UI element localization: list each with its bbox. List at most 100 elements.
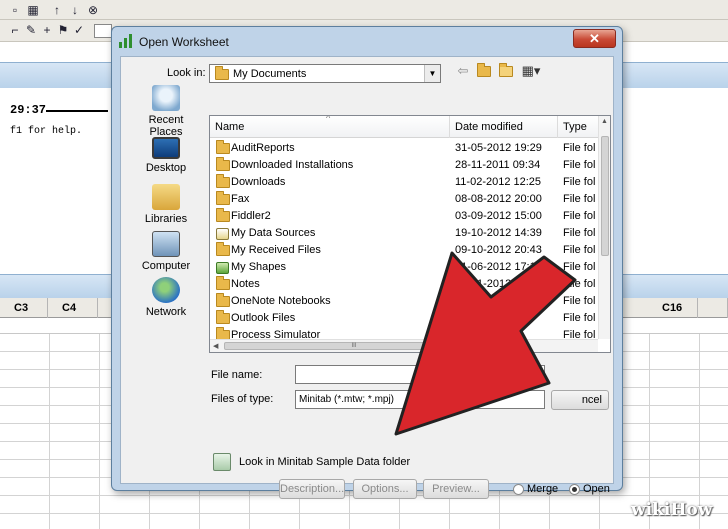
files-of-type-label: Files of type:	[211, 393, 274, 405]
file-type: File fol	[563, 295, 596, 307]
column-type[interactable]: Type	[558, 116, 602, 138]
place-desktop[interactable]: Desktop	[131, 137, 201, 174]
vertical-scrollbar[interactable]: ▲	[598, 116, 610, 339]
preview-button[interactable]: Preview...	[423, 479, 489, 499]
files-of-type-dropdown[interactable]: Minitab (*.mtw; *.mpj)	[295, 390, 545, 409]
file-name: Fiddler2	[231, 210, 271, 222]
folder-icon	[216, 174, 230, 188]
options-button[interactable]: Options...	[353, 479, 417, 499]
computer-icon	[152, 231, 180, 257]
toolbar-field[interactable]	[94, 24, 112, 38]
folder-icon	[216, 276, 230, 290]
list-item[interactable]: My Received Files 09-10-2012 20:43 File fo…	[210, 242, 598, 259]
vertical-scroll-thumb[interactable]	[601, 136, 609, 256]
file-name-label: File name:	[211, 369, 263, 381]
list-item[interactable]: Fiddler2 03-09-2012 15:00 File fol	[210, 208, 598, 225]
menu-toolbar: ▫ ▦ ↑ ↓ ⊗	[0, 0, 728, 20]
folder-icon	[216, 208, 230, 222]
desktop-icon	[152, 137, 180, 159]
list-item[interactable]: Downloads 11-02-2012 12:25 File fol	[210, 174, 598, 191]
sample-data-label[interactable]: Look in Minitab Sample Data folder	[239, 456, 410, 468]
folder-icon	[216, 293, 230, 307]
cancel-button[interactable]: ncel	[551, 390, 609, 410]
place-label: Network	[145, 306, 187, 318]
place-recent-places[interactable]: Recent Places	[131, 85, 201, 138]
file-date: 08-08-2012 20:00	[455, 193, 542, 205]
horizontal-scrollbar[interactable]: ◀ III	[210, 339, 598, 352]
shapes-folder-icon	[216, 262, 229, 274]
column-header-c4[interactable]: C4	[48, 298, 98, 318]
horizontal-scroll-thumb[interactable]: III	[224, 342, 484, 350]
list-item[interactable]: Notes 05-01-2012 20:16 File fol	[210, 276, 598, 293]
merge-radio[interactable]	[513, 484, 524, 495]
check-icon[interactable]: ✓	[72, 23, 86, 37]
down-arrow-icon[interactable]: ↓	[68, 3, 82, 17]
file-type: File fol	[563, 244, 596, 256]
sample-data-folder-icon[interactable]	[213, 453, 231, 471]
folder-icon	[216, 310, 230, 324]
look-in-value: My Documents	[233, 68, 307, 80]
file-type: File fol	[563, 278, 596, 290]
list-item[interactable]: Outlook Files 17-12-2012 File fol	[210, 310, 598, 327]
list-item[interactable]: My Shapes 21-06-2012 17:19 File fol	[210, 259, 598, 276]
file-name: Fax	[231, 193, 250, 205]
file-name: My Data Sources	[231, 227, 316, 239]
dialog-titlebar[interactable]: Open Worksheet ✕	[112, 27, 622, 54]
file-date: 11-02-2012 12:25	[455, 176, 542, 188]
file-date: 17-12-2012	[455, 312, 512, 324]
wikihow-watermark: wikiHow	[631, 500, 713, 520]
file-list[interactable]: Name ^ Date modified Type AuditReports 31…	[209, 115, 611, 353]
file-name: AuditReports	[231, 142, 295, 154]
folder-icon	[216, 157, 230, 171]
column-date-modified[interactable]: Date modified	[450, 116, 558, 138]
list-item[interactable]: Fax 08-08-2012 20:00 File fol	[210, 191, 598, 208]
scroll-up-icon[interactable]: ▲	[601, 118, 608, 125]
up-arrow-icon[interactable]: ↑	[50, 3, 64, 17]
file-type: File fol	[563, 159, 596, 171]
look-in-dropdown[interactable]: My Documents ▼	[209, 64, 441, 83]
place-network[interactable]: Network	[131, 277, 201, 318]
brush-icon[interactable]: ⌐	[8, 23, 22, 37]
new-folder-icon[interactable]	[497, 63, 515, 79]
data-sources-icon	[216, 228, 229, 240]
list-item[interactable]: Downloaded Installations 28-11-2011 09:34…	[210, 157, 598, 174]
column-header-c16[interactable]: C16	[648, 298, 698, 318]
list-item[interactable]: OneNote Notebooks 22-02-2012 11:2 File fol	[210, 293, 598, 310]
chevron-down-icon[interactable]: ▼	[424, 65, 440, 82]
column-header[interactable]	[698, 298, 728, 318]
file-date: 31-05-2012 19:29	[455, 142, 542, 154]
column-header-c3[interactable]: C3	[0, 298, 48, 318]
back-arrow-icon[interactable]: ⇦	[455, 63, 471, 79]
place-computer[interactable]: Computer	[131, 231, 201, 272]
minitab-app-icon	[119, 34, 133, 48]
file-list-header: Name ^ Date modified Type	[210, 116, 610, 138]
up-folder-icon[interactable]	[475, 63, 493, 79]
file-name-input[interactable]	[295, 365, 545, 384]
file-type: File fol	[563, 227, 596, 239]
view-menu-icon[interactable]: ▦▾	[519, 63, 543, 79]
file-name: My Received Files	[231, 244, 321, 256]
sort-ascending-icon: ^	[326, 115, 331, 123]
plus-icon[interactable]: +	[40, 23, 54, 37]
file-type: File fol	[563, 142, 596, 154]
list-item[interactable]: AuditReports 31-05-2012 19:29 File fol	[210, 140, 598, 157]
open-radio[interactable]	[569, 484, 580, 495]
description-button[interactable]: Description...	[279, 479, 345, 499]
file-name: Downloads	[231, 176, 286, 188]
binoculars-icon[interactable]: ⊗	[86, 3, 100, 17]
toolbar-icon[interactable]: ▦	[26, 3, 40, 17]
scroll-left-icon[interactable]: ◀	[213, 342, 218, 350]
file-name: OneNote Notebooks	[231, 295, 331, 307]
file-type: File fol	[563, 193, 596, 205]
flag-icon[interactable]: ⚑	[56, 23, 70, 37]
file-type: File fol	[563, 176, 596, 188]
close-icon: ✕	[589, 31, 600, 46]
place-libraries[interactable]: Libraries	[131, 184, 201, 225]
pen-icon[interactable]: ✎	[24, 23, 38, 37]
folder-icon	[216, 242, 230, 256]
toolbar-icon[interactable]: ▫	[8, 3, 22, 17]
merge-label: Merge	[527, 483, 559, 495]
session-rule	[46, 110, 108, 112]
list-item[interactable]: My Data Sources 19-10-2012 14:39 File fol	[210, 225, 598, 242]
close-button[interactable]: ✕	[573, 29, 616, 48]
